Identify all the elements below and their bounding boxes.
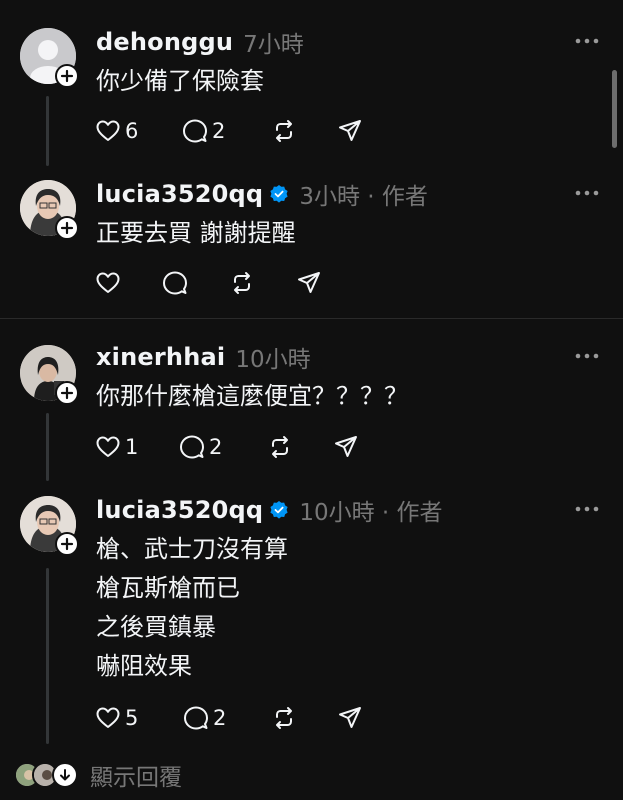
reply-button[interactable]: 2	[183, 704, 226, 732]
username[interactable]: lucia3520qq	[96, 496, 263, 524]
post-text: 槍、武士刀沒有算 槍瓦斯槍而已 之後買鎮暴 嚇阻效果	[96, 530, 288, 686]
share-button[interactable]	[333, 433, 359, 461]
heart-icon	[96, 272, 120, 293]
scrollbar[interactable]	[612, 70, 617, 148]
thread-line	[46, 568, 49, 744]
like-count: 6	[125, 119, 139, 143]
follow-plus-icon[interactable]	[55, 381, 79, 405]
like-count: 1	[125, 435, 139, 459]
like-button[interactable]: 6	[95, 117, 138, 145]
send-icon	[339, 120, 361, 141]
username[interactable]: dehonggu	[96, 28, 233, 56]
reply-button[interactable]: 2	[179, 433, 222, 461]
reply-button[interactable]: 2	[182, 117, 225, 145]
share-button[interactable]	[337, 117, 363, 145]
send-icon	[335, 436, 357, 457]
reply-count: 2	[213, 706, 227, 730]
post-text-line: 槍、武士刀沒有算	[96, 535, 288, 563]
comment-icon	[163, 271, 187, 295]
post-text: 你少備了保險套	[96, 62, 264, 101]
comment-icon	[180, 435, 204, 459]
more-icon[interactable]	[574, 188, 600, 198]
post-text-line: 你少備了保險套	[96, 67, 264, 95]
show-replies-row[interactable]: 顯示回覆	[14, 758, 182, 792]
username[interactable]: xinerhhai	[96, 343, 225, 371]
follow-plus-icon[interactable]	[55, 64, 79, 88]
repost-icon	[272, 436, 288, 458]
repost-button[interactable]	[271, 117, 297, 145]
post-header: xinerhhai 10小時	[96, 341, 311, 373]
timestamp: 10小時	[235, 347, 311, 373]
repost-icon	[276, 707, 292, 729]
reply-count: 2	[209, 435, 223, 459]
heart-icon	[96, 707, 120, 728]
share-button[interactable]	[296, 269, 322, 297]
post-header: dehonggu 7小時	[96, 26, 304, 58]
repost-icon	[234, 272, 250, 294]
username[interactable]: lucia3520qq	[96, 180, 263, 208]
send-icon	[298, 272, 320, 293]
post-header: lucia3520qq 10小時 · 作者	[96, 494, 443, 526]
post-text-line: 槍瓦斯槍而已	[96, 574, 240, 602]
verified-badge-icon	[270, 185, 288, 203]
reply-count: 2	[212, 119, 226, 143]
show-replies-link[interactable]: 顯示回覆	[90, 758, 182, 792]
send-icon	[339, 707, 361, 728]
like-button[interactable]: 1	[95, 433, 138, 461]
arrow-down-icon	[52, 762, 78, 788]
comment-icon	[183, 119, 207, 143]
share-button[interactable]	[337, 704, 363, 732]
verified-badge-icon	[270, 501, 288, 519]
post-text: 正要去買 謝謝提醒	[96, 214, 296, 253]
repost-icon	[276, 120, 292, 142]
repost-button[interactable]	[229, 269, 255, 297]
repost-button[interactable]	[267, 433, 293, 461]
heart-icon	[96, 436, 120, 457]
timestamp: 3小時 · 作者	[299, 184, 428, 210]
follow-plus-icon[interactable]	[55, 532, 79, 556]
timestamp: 7小時	[243, 32, 304, 58]
like-button[interactable]	[95, 269, 121, 297]
post-text-line: 你那什麼槍這麼便宜？？？？	[96, 382, 408, 410]
comment-icon	[184, 706, 208, 730]
follow-plus-icon[interactable]	[55, 216, 79, 240]
thread-line	[46, 96, 49, 166]
thread-line	[46, 413, 49, 481]
timestamp: 10小時 · 作者	[299, 500, 443, 526]
repost-button[interactable]	[271, 704, 297, 732]
post-text-line: 嚇阻效果	[96, 652, 192, 680]
more-icon[interactable]	[574, 351, 600, 361]
like-button[interactable]: 5	[95, 704, 138, 732]
more-icon[interactable]	[574, 36, 600, 46]
thread-divider	[0, 318, 623, 319]
like-count: 5	[125, 706, 139, 730]
more-icon[interactable]	[574, 504, 600, 514]
post-text-line: 正要去買 謝謝提醒	[96, 219, 296, 247]
post-text: 你那什麼槍這麼便宜？？？？	[96, 377, 408, 416]
reply-button[interactable]	[162, 269, 188, 297]
post-text-line: 之後買鎮暴	[96, 613, 216, 641]
heart-icon	[96, 120, 120, 141]
post-header: lucia3520qq 3小時 · 作者	[96, 178, 428, 210]
